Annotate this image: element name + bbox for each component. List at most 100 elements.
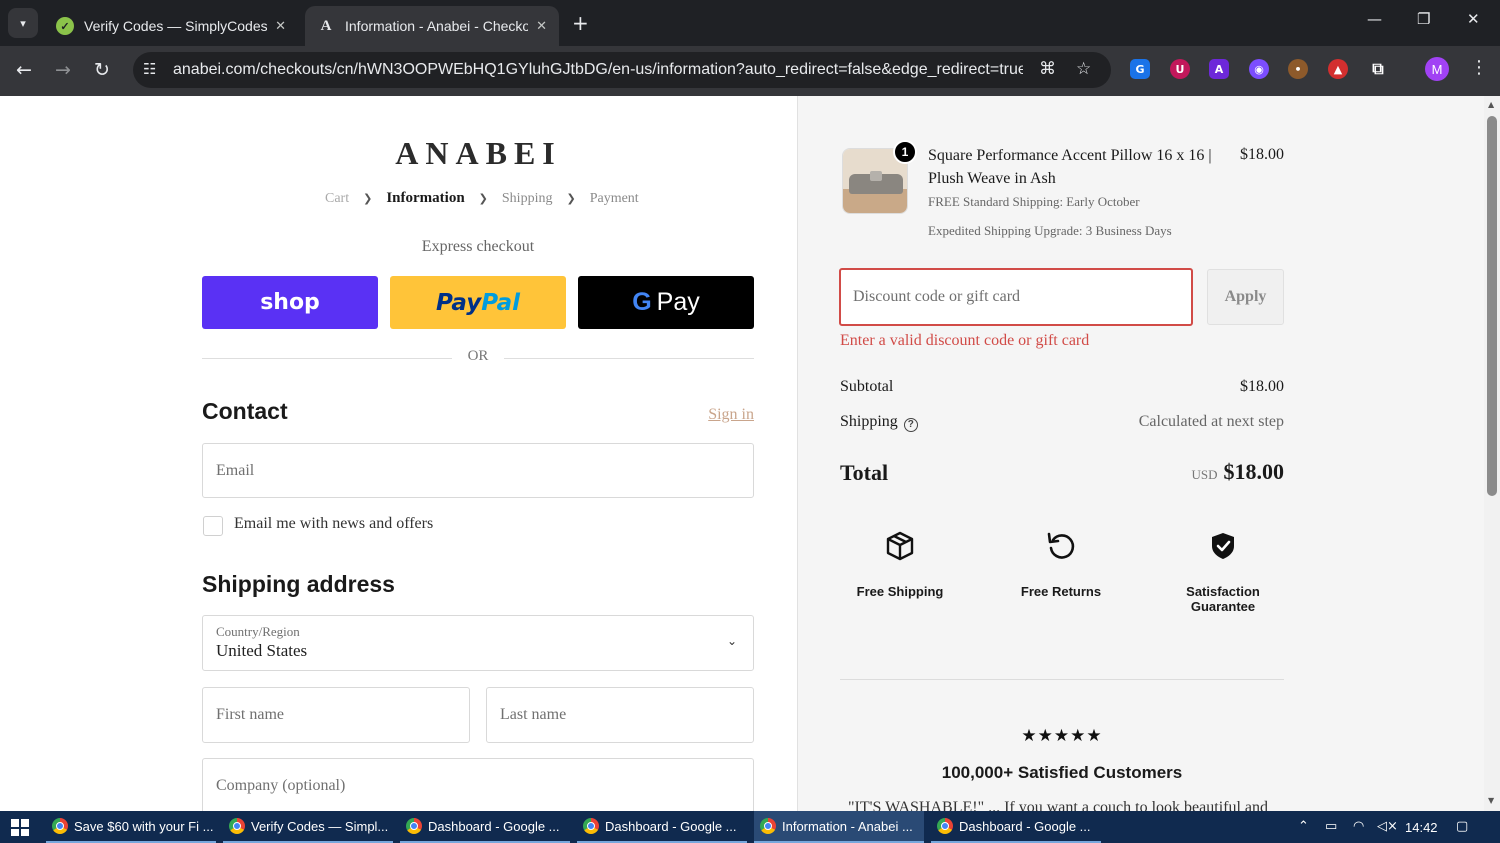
email-input[interactable] [203,444,753,497]
company-field[interactable] [202,758,754,811]
trust-label: Free Returns [1020,584,1102,599]
browser-menu-icon[interactable]: ⋮ [1470,57,1488,78]
close-tab-icon[interactable]: ✕ [275,19,286,34]
last-name-input[interactable] [487,688,753,742]
taskbar-item[interactable]: Save $60 with your Fi ... [46,811,216,843]
breadcrumb-cart[interactable]: Cart [325,191,349,207]
first-name-input[interactable] [203,688,469,742]
translate-icon[interactable]: ⌘ [1039,59,1056,79]
company-input[interactable] [203,759,753,811]
quantity-badge: 1 [893,140,917,164]
bookmark-star-icon[interactable]: ☆ [1076,59,1091,79]
discount-field[interactable] [839,268,1193,326]
close-window-icon[interactable]: ✕ [1467,10,1480,28]
total-label: Total [840,460,889,485]
extensions-puzzle-icon[interactable]: ⧉ [1368,59,1388,79]
google-pay-button[interactable]: G Pay [578,276,754,329]
tab-title: Information - Anabei - Checkout [345,18,529,34]
taskbar-item[interactable]: Dashboard - Google ... [400,811,570,843]
site-info-icon[interactable]: ☷ [143,60,156,78]
email-field[interactable] [202,443,754,498]
taskbar-item-label: Dashboard - Google ... [959,818,1091,834]
discount-input[interactable] [841,270,1191,324]
reload-icon[interactable]: ↻ [94,58,110,82]
taskbar-item-label: Save $60 with your Fi ... [74,818,214,834]
tab-search-button[interactable]: ▾ [8,8,38,38]
total-value-row: USD $18.00 [984,459,1284,485]
ublock-extension-icon[interactable]: U [1170,59,1190,79]
windows-start-icon[interactable] [11,819,29,836]
scrollbar-thumb[interactable] [1487,116,1497,496]
chevron-right-icon: ❯ [566,192,576,205]
profile-avatar[interactable]: M [1425,57,1449,81]
testimonial-quote: "IT'S WASHABLE!" ... If you want a couch… [848,799,1269,811]
back-arrow-icon[interactable]: ← [16,58,32,82]
shop-pay-button[interactable]: shop [202,276,378,329]
tab-simplycodes[interactable]: ✓ Verify Codes — SimplyCodes ✕ [44,6,298,46]
breadcrumb: Cart ❯ Information ❯ Shipping ❯ Payment [325,190,639,207]
google-translate-extension-icon[interactable]: G [1130,59,1150,79]
discount-error-message: Enter a valid discount code or gift card [840,332,1090,349]
restore-icon[interactable]: ❐ [1417,10,1430,28]
taskbar-item-label: Information - Anabei ... [782,818,913,834]
shop-pay-label: shop [260,290,320,315]
total-currency: USD [1191,467,1218,482]
a-extension-icon[interactable]: A [1209,59,1229,79]
brown-extension-icon[interactable]: • [1288,59,1308,79]
taskbar-item[interactable]: Dashboard - Google ... [931,811,1101,843]
breadcrumb-shipping: Shipping [501,190,553,206]
notifications-icon[interactable]: ▢ [1456,819,1468,834]
page-scrollbar[interactable]: ▲ ▼ [1484,96,1500,811]
newsletter-label[interactable]: Email me with news and offers [234,515,433,533]
close-tab-icon[interactable]: ✕ [536,19,547,34]
scroll-down-arrow-icon[interactable]: ▼ [1488,796,1494,805]
minimize-icon[interactable]: — [1367,10,1382,28]
scroll-up-arrow-icon[interactable]: ▲ [1488,100,1494,109]
last-name-field[interactable] [486,687,754,743]
paypal-button[interactable]: Pay Pal [390,276,566,329]
trust-label: Free Shipping [856,584,944,599]
subtotal-value: $18.00 [1240,378,1284,395]
box-icon [840,528,960,564]
trust-label: Satisfaction Guarantee [1186,584,1260,614]
address-bar[interactable]: ☷ anabei.com/checkouts/cn/hWN3OOPWEbHQ1G… [133,52,1111,88]
chrome-icon [760,818,776,834]
purple-extension-icon[interactable]: ◉ [1249,59,1269,79]
volume-muted-icon[interactable]: ◁× [1377,819,1398,834]
tab-anabei-checkout[interactable]: A Information - Anabei - Checkout ✕ [305,6,559,46]
breadcrumb-information: Information [386,190,465,206]
sign-in-link[interactable]: Sign in [680,406,754,424]
chevron-down-icon: ⌄ [726,634,737,648]
return-icon [1001,528,1121,564]
chrome-icon [937,818,953,834]
forward-arrow-icon[interactable]: → [55,58,71,82]
windows-taskbar: Save $60 with your Fi ... Verify Codes —… [0,811,1500,843]
wifi-icon[interactable]: ◠ [1353,819,1364,834]
country-label: Country/Region [216,624,300,639]
taskbar-item-active[interactable]: Information - Anabei ... [754,811,924,843]
newsletter-checkbox[interactable] [203,516,223,536]
thumb-pillow [870,171,882,181]
country-select[interactable]: Country/Region United States ⌄ [202,615,754,671]
subtotal-label: Subtotal [840,378,894,395]
product-name: Square Performance Accent Pillow 16 x 16… [928,147,1212,187]
shipping-label: Shipping [840,413,898,430]
chrome-icon [406,818,422,834]
help-question-icon[interactable]: ? [903,418,918,432]
or-separator: OR [467,348,489,364]
new-tab-plus-icon[interactable]: + [572,11,589,35]
taskbar-item[interactable]: Verify Codes — Simpl... [223,811,393,843]
tray-chevron-up-icon[interactable]: ⌃ [1298,819,1309,834]
google-pay-label: Pay [656,288,700,316]
taskbar-item[interactable]: Dashboard - Google ... [577,811,747,843]
chrome-icon [52,818,68,834]
taskbar-item-label: Dashboard - Google ... [605,818,737,834]
chevron-right-icon: ❯ [478,192,488,205]
taskbar-clock[interactable]: 14:42 [1405,820,1438,835]
simplycodes-favicon-icon: ✓ [56,17,74,35]
first-name-field[interactable] [202,687,470,743]
red-extension-icon[interactable]: ▲ [1328,59,1348,79]
battery-icon[interactable]: ▭ [1325,819,1337,834]
url-text[interactable]: anabei.com/checkouts/cn/hWN3OOPWEbHQ1GYl… [173,61,1023,79]
apply-discount-button[interactable]: Apply [1207,269,1284,325]
